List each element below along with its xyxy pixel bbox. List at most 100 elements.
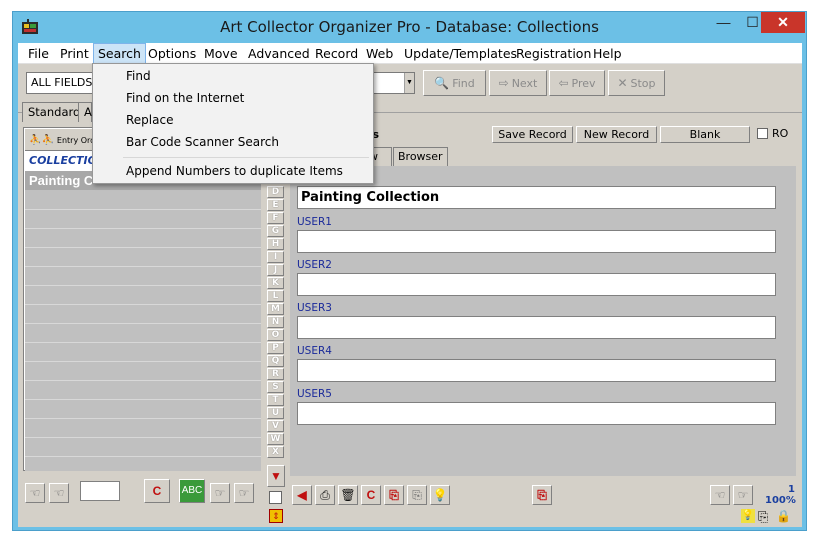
- list-divider: [25, 247, 261, 248]
- tab-second[interactable]: A: [78, 102, 92, 122]
- alpha-index-letter[interactable]: L: [267, 290, 284, 302]
- alpha-index-letter[interactable]: F: [267, 212, 284, 224]
- image-record-icon[interactable]: ⎘: [407, 485, 427, 505]
- first-record-icon[interactable]: ☜: [25, 483, 45, 503]
- prev-label: Prev: [571, 77, 596, 90]
- menu-print[interactable]: Print: [60, 46, 89, 61]
- find-button[interactable]: 🔍 Find: [423, 70, 486, 96]
- lock-icon[interactable]: 🔒: [776, 509, 791, 523]
- menu-item-find-internet[interactable]: Find on the Internet: [126, 91, 244, 105]
- user3-field[interactable]: [297, 316, 776, 339]
- blank-button[interactable]: Blank: [660, 126, 750, 143]
- alpha-index-letter[interactable]: P: [267, 342, 284, 354]
- tab-browser[interactable]: Browser: [393, 147, 448, 166]
- user2-field[interactable]: [297, 273, 776, 296]
- status-icons: 💡 ⎘ 🔒: [741, 509, 801, 525]
- alpha-index-letter[interactable]: T: [267, 394, 284, 406]
- copy-record-icon[interactable]: ⎘: [384, 485, 404, 505]
- record-list[interactable]: Painting C: [25, 171, 261, 471]
- menu-file[interactable]: File: [28, 46, 49, 61]
- alpha-index-letter[interactable]: X: [267, 446, 284, 458]
- record-report-icon[interactable]: ⎘: [532, 485, 552, 505]
- alpha-index-letter[interactable]: K: [267, 277, 284, 289]
- list-divider: [25, 399, 261, 400]
- alpha-index-letter[interactable]: W: [267, 433, 284, 445]
- alpha-index-letter[interactable]: G: [267, 225, 284, 237]
- arrow-left-icon: ⇦: [558, 76, 569, 90]
- user5-label: USER5: [297, 388, 332, 400]
- refresh-small-icon[interactable]: C: [361, 485, 381, 505]
- prev-record-icon[interactable]: ☜: [49, 483, 69, 503]
- last-record-icon[interactable]: ☞: [234, 483, 254, 503]
- search-menu-dropdown: Find Find on the Internet Replace Bar Co…: [92, 63, 374, 184]
- menu-item-barcode-search[interactable]: Bar Code Scanner Search: [126, 135, 279, 149]
- menu-move[interactable]: Move: [204, 46, 238, 61]
- list-divider: [25, 228, 261, 229]
- menu-item-append-numbers[interactable]: Append Numbers to duplicate Items: [126, 164, 343, 178]
- list-divider: [25, 209, 261, 210]
- alpha-index-letter[interactable]: E: [267, 199, 284, 211]
- arrow-left-red-icon[interactable]: ◀: [292, 485, 312, 505]
- title-bar[interactable]: Art Collector Organizer Pro - Database: …: [13, 12, 806, 43]
- stop-button[interactable]: ✕ Stop: [608, 70, 665, 96]
- prev-button[interactable]: ⇦ Prev: [549, 70, 605, 96]
- tip-bulb-icon[interactable]: 💡: [741, 509, 755, 523]
- read-only-checkbox[interactable]: [757, 128, 768, 139]
- up-down-arrows-icon[interactable]: ⇕: [269, 509, 283, 523]
- menu-help[interactable]: Help: [593, 46, 622, 61]
- menu-search[interactable]: Search: [93, 43, 146, 64]
- scroll-right-icon[interactable]: ☞: [733, 485, 753, 505]
- minimize-button[interactable]: —: [710, 12, 737, 33]
- print-icon[interactable]: ⎙: [315, 485, 335, 505]
- arrow-right-icon: ⇨: [498, 76, 509, 90]
- alpha-index-letter[interactable]: I: [267, 251, 284, 263]
- list-divider: [25, 418, 261, 419]
- new-record-button[interactable]: New Record: [576, 126, 657, 143]
- save-record-button[interactable]: Save Record: [492, 126, 573, 143]
- title-field[interactable]: Painting Collection: [297, 186, 776, 209]
- abc-sort-icon[interactable]: ABC: [179, 479, 205, 503]
- menu-advanced[interactable]: Advanced: [248, 46, 310, 61]
- alpha-index-letter[interactable]: U: [267, 407, 284, 419]
- list-divider: [25, 437, 261, 438]
- document-icon[interactable]: ⎘: [758, 509, 768, 525]
- alphabet-index: D E F G H I J K L M N O P Q R S T U V W …: [267, 186, 284, 466]
- user4-field[interactable]: [297, 359, 776, 382]
- menu-record[interactable]: Record: [315, 46, 358, 61]
- alpha-index-letter[interactable]: N: [267, 316, 284, 328]
- menu-web[interactable]: Web: [366, 46, 393, 61]
- alpha-index-letter[interactable]: J: [267, 264, 284, 276]
- list-divider: [25, 285, 261, 286]
- alpha-index-letter[interactable]: S: [267, 381, 284, 393]
- tab-standard[interactable]: Standard: [22, 102, 87, 122]
- list-divider: [25, 342, 261, 343]
- close-button[interactable]: ✕: [761, 12, 805, 33]
- user1-field[interactable]: [297, 230, 776, 253]
- chevron-down-icon[interactable]: ▼: [404, 73, 414, 93]
- menu-item-replace[interactable]: Replace: [126, 113, 173, 127]
- goto-record-input[interactable]: [80, 481, 120, 501]
- alpha-index-letter[interactable]: O: [267, 329, 284, 341]
- alpha-index-letter[interactable]: Q: [267, 355, 284, 367]
- next-record-icon[interactable]: ☞: [210, 483, 230, 503]
- refresh-icon[interactable]: C: [144, 479, 170, 503]
- people-icon: ⛹⛹: [29, 135, 54, 146]
- menu-item-find[interactable]: Find: [126, 69, 151, 83]
- menu-update-templates[interactable]: Update/Templates: [404, 46, 517, 61]
- alpha-index-letter[interactable]: R: [267, 368, 284, 380]
- user5-field[interactable]: [297, 402, 776, 425]
- alpha-index-letter[interactable]: V: [267, 420, 284, 432]
- list-divider: [25, 361, 261, 362]
- search-term-combo[interactable]: ▼: [370, 72, 415, 94]
- alpha-index-letter[interactable]: M: [267, 303, 284, 315]
- trash-icon[interactable]: 🗑: [338, 485, 358, 505]
- alpha-index-letter[interactable]: H: [267, 238, 284, 250]
- menu-registration[interactable]: Registration: [516, 46, 591, 61]
- lightbulb-icon[interactable]: 💡: [430, 485, 450, 505]
- next-button[interactable]: ⇨ Next: [489, 70, 547, 96]
- bottom-toolbar: ☜ ☜ C ABC ☞ ☞ ◀ ⎙ 🗑 C ⎘ ⎘ 💡 ⎘ ☜ ☞ 1 100%: [17, 475, 806, 509]
- user2-label: USER2: [297, 259, 332, 271]
- menu-options[interactable]: Options: [148, 46, 196, 61]
- alpha-index-letter[interactable]: D: [267, 186, 284, 198]
- scroll-left-icon[interactable]: ☜: [710, 485, 730, 505]
